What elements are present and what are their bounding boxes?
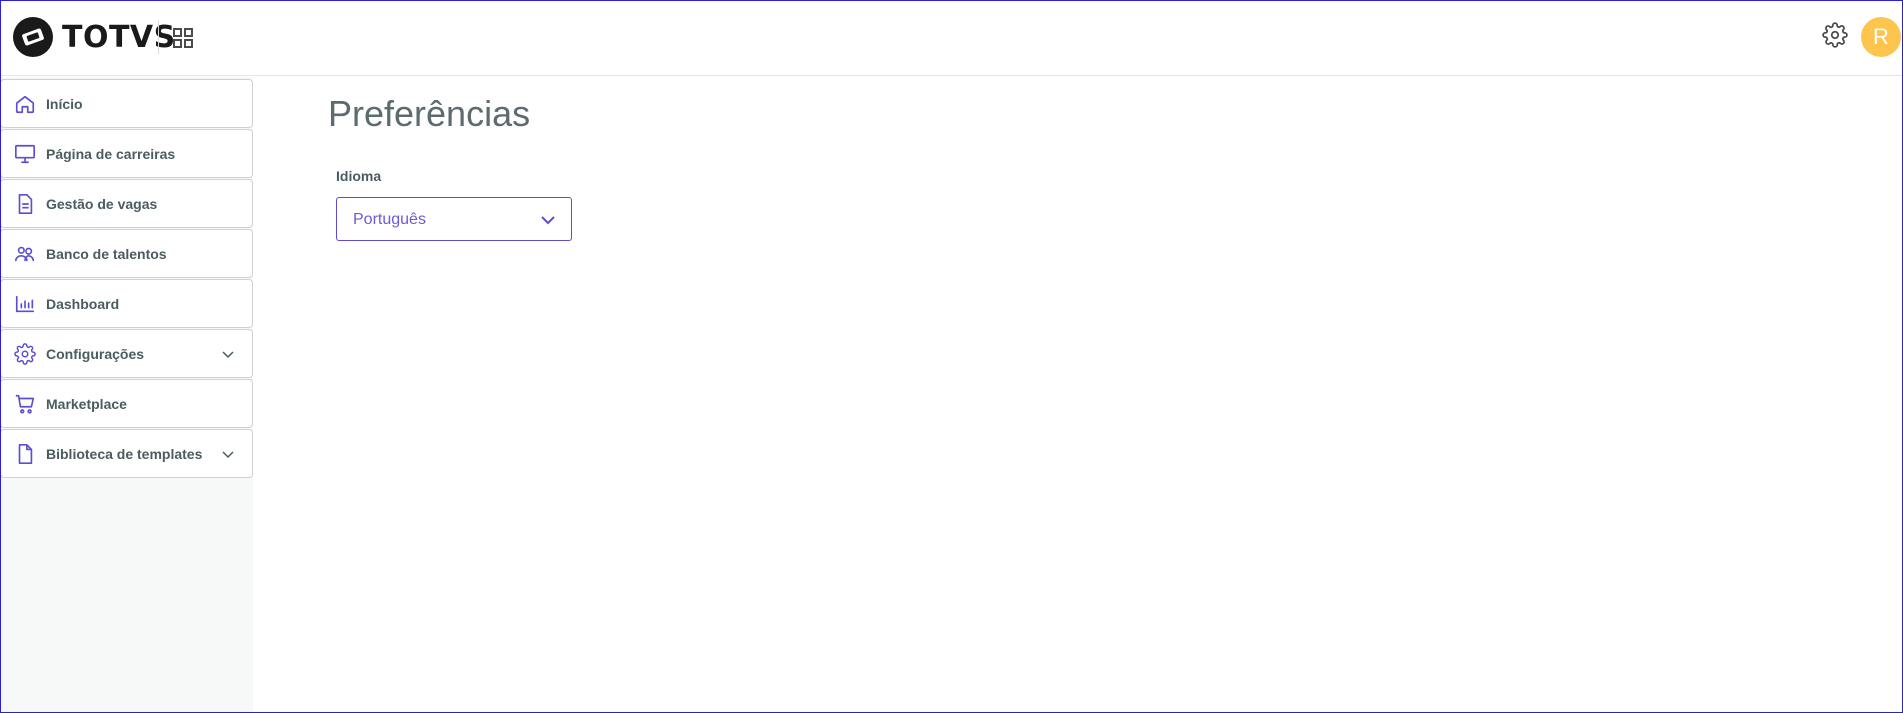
- sidebar-item-label: Marketplace: [46, 395, 127, 412]
- language-select[interactable]: Português: [336, 197, 572, 241]
- apps-grid-button[interactable]: [171, 26, 195, 50]
- sidebar: Início Página de carreiras Gestão de vag…: [0, 77, 253, 713]
- cart-icon: [15, 394, 35, 414]
- user-avatar[interactable]: R: [1861, 17, 1901, 57]
- window-frame: [0, 0, 1903, 713]
- sidebar-item-inicio[interactable]: Início: [0, 79, 253, 128]
- file-icon: [18, 444, 33, 464]
- settings-button[interactable]: [1822, 22, 1848, 48]
- top-header: TOTVS R: [0, 0, 1903, 76]
- sidebar-item-biblioteca-templates[interactable]: Biblioteca de templates: [0, 429, 253, 478]
- chevron-down-icon: [541, 216, 555, 225]
- home-icon: [15, 95, 35, 114]
- users-icon: [15, 246, 35, 262]
- sidebar-item-configuracoes[interactable]: Configurações: [0, 329, 253, 378]
- sidebar-item-label: Dashboard: [46, 295, 120, 312]
- monitor-icon: [15, 144, 35, 164]
- language-field-label: Idioma: [336, 168, 382, 184]
- apps-grid-icon: [173, 28, 193, 48]
- bar-chart-icon: [15, 295, 35, 313]
- sidebar-item-label: Configurações: [46, 345, 145, 362]
- page-title: Preferências: [328, 93, 531, 134]
- sidebar-item-label: Início: [46, 95, 83, 112]
- sidebar-item-banco-talentos[interactable]: Banco de talentos: [0, 229, 253, 278]
- language-select-value: Português: [353, 211, 426, 228]
- header-divider: [158, 20, 159, 54]
- sidebar-item-label: Banco de talentos: [46, 245, 167, 262]
- chevron-down-icon: [222, 351, 234, 359]
- sidebar-item-label: Página de carreiras: [46, 145, 176, 162]
- totvs-logo[interactable]: TOTVS: [12, 16, 176, 58]
- sidebar-item-gestao-vagas[interactable]: Gestão de vagas: [0, 179, 253, 228]
- settings-gear-icon: [1822, 22, 1848, 48]
- sidebar-item-label: Gestão de vagas: [46, 195, 158, 212]
- document-icon: [18, 194, 33, 214]
- chevron-down-icon: [222, 451, 234, 459]
- gear-icon: [14, 343, 36, 365]
- sidebar-item-label: Biblioteca de templates: [46, 445, 203, 462]
- sidebar-item-marketplace[interactable]: Marketplace: [0, 379, 253, 428]
- totvs-logo-icon: [13, 17, 53, 57]
- sidebar-item-pagina-carreiras[interactable]: Página de carreiras: [0, 129, 253, 178]
- sidebar-item-dashboard[interactable]: Dashboard: [0, 279, 253, 328]
